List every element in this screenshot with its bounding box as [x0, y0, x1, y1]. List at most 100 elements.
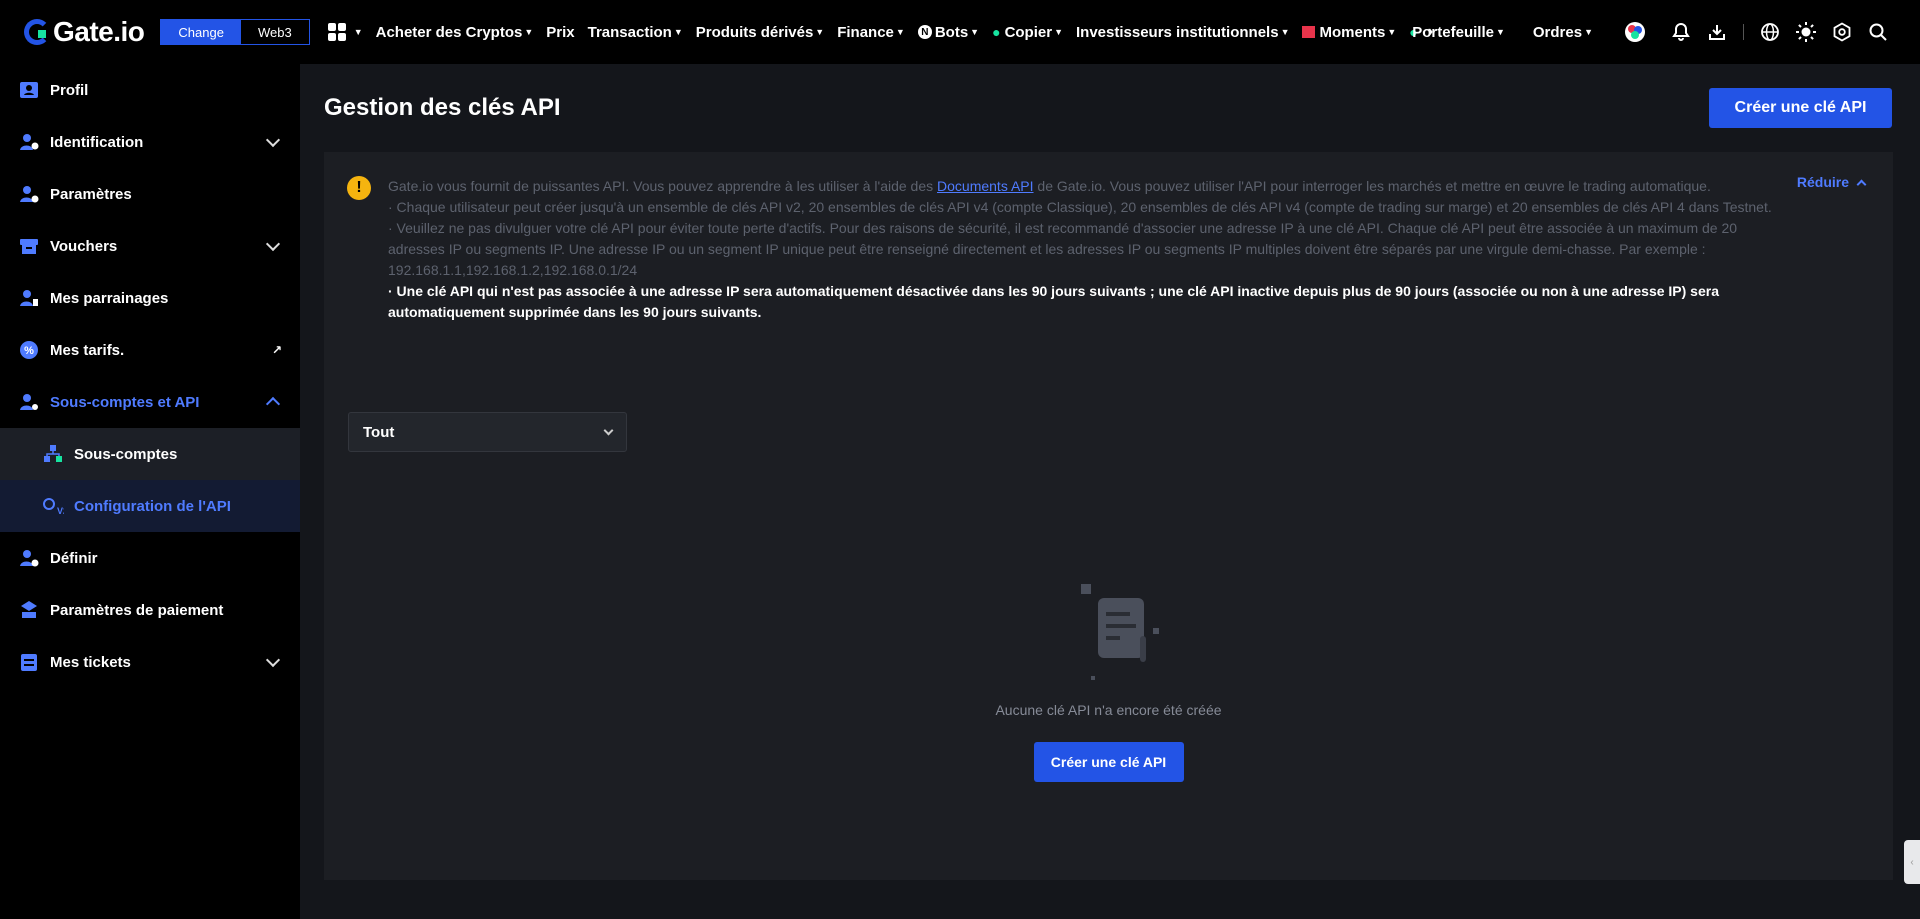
caret-down-icon: ▼ [1584, 27, 1593, 37]
svg-text:%: % [24, 345, 34, 357]
empty-state: Aucune clé API n'a encore été créée Crée… [324, 584, 1893, 782]
theme-toggle[interactable] [1794, 20, 1818, 44]
side-drawer-handle[interactable]: ‹ [1904, 840, 1920, 884]
notice-text: Gate.io vous fournit de puissantes API. … [388, 176, 1796, 323]
nav-bots[interactable]: N Bots ▼ [917, 24, 980, 41]
mode-switch: Change Web3 [160, 19, 310, 45]
api-v2-icon: V2 [42, 495, 64, 517]
sun-icon [1796, 22, 1816, 42]
caret-down-icon: ▼ [673, 27, 683, 37]
nav-derivatives[interactable]: Produits dérivés ▼ [696, 24, 824, 41]
payment-icon [18, 599, 40, 621]
empty-message: Aucune clé API n'a encore été créée [995, 702, 1222, 718]
hexagon-settings-icon [1833, 22, 1851, 42]
caret-down-icon: ▼ [970, 27, 980, 37]
referral-icon [18, 287, 40, 309]
nav-finance[interactable]: Finance ▼ [837, 24, 905, 41]
sidebar-item-fees[interactable]: % Mes tarifs. ↗ [0, 324, 300, 376]
sidebar-item-vouchers[interactable]: Vouchers [0, 220, 300, 272]
divider [1743, 24, 1744, 40]
nav-institutional[interactable]: Investisseurs institutionnels ▼ [1076, 24, 1289, 41]
chevron-down-icon [265, 132, 281, 148]
sidebar-item-api-config[interactable]: V2 Configuration de l'API [0, 480, 300, 532]
sidebar-item-payment-settings[interactable]: Paramètres de paiement [0, 584, 300, 636]
svg-text:V2: V2 [57, 506, 64, 516]
apps-grid-icon [327, 23, 346, 41]
gate-logo-icon [24, 19, 50, 45]
notice-line-4: · Une clé API qui n'est pas associée à u… [388, 283, 1719, 320]
caret-down-icon: ▼ [815, 27, 825, 37]
sidebar-item-tickets[interactable]: Mes tickets [0, 636, 300, 688]
caret-down-icon: ▼ [895, 27, 905, 37]
hierarchy-icon [42, 443, 64, 465]
top-navbar: Gate.io Change Web3 ▼ Acheter des Crypto… [0, 0, 1920, 64]
leaf-icon: ● [992, 24, 1001, 40]
user-settings-icon [18, 547, 40, 569]
settings-button[interactable] [1830, 20, 1854, 44]
search-icon [1869, 23, 1887, 41]
nav-moments[interactable]: Moments ▼ [1302, 24, 1396, 41]
search-button[interactable] [1866, 20, 1890, 44]
nav-orders[interactable]: Ordres ▼ [1533, 24, 1593, 41]
chart-icon [1302, 26, 1316, 38]
main-menu: ▼ Acheter des Cryptos ▼ Prix Transaction ▼… [327, 0, 1446, 64]
mode-web3-button[interactable]: Web3 [241, 20, 309, 44]
profile-card-icon [18, 79, 40, 101]
api-docs-link[interactable]: Documents API [937, 178, 1034, 194]
notification-button[interactable] [1669, 20, 1693, 44]
caret-down-icon: ▼ [1280, 27, 1290, 37]
bell-icon [1672, 22, 1690, 41]
sidebar-item-settings[interactable]: Paramètres [0, 168, 300, 220]
chevron-down-icon [603, 425, 614, 435]
caret-down-icon: ▼ [524, 27, 534, 37]
caret-down-icon: ▼ [1054, 27, 1063, 37]
sidebar-item-define[interactable]: Définir [0, 532, 300, 584]
caret-down-icon: ▼ [1495, 27, 1505, 37]
external-link-icon: ↗ [271, 343, 282, 357]
notice-line-2: · Chaque utilisateur peut créer jusqu'à … [388, 199, 1772, 215]
api-keys-panel: Tout Aucune clé API n'a encore été créée… [324, 394, 1893, 880]
notice-line-3: · Veuillez ne pas divulguer votre clé AP… [388, 220, 1738, 278]
caret-down-icon: ▼ [1387, 27, 1397, 37]
sidebar: Profil Identification Paramètres Voucher… [0, 64, 300, 919]
filter-select[interactable]: Tout [348, 412, 627, 452]
empty-document-icon [1080, 584, 1159, 680]
apps-menu[interactable]: ▼ [327, 23, 363, 41]
chevron-down-icon [265, 652, 281, 668]
new-badge-icon: N [917, 25, 932, 39]
brand-name: Gate.io [53, 16, 145, 47]
brand-logo[interactable]: Gate.io [24, 16, 145, 48]
nav-copy[interactable]: ● Copier ▼ [992, 24, 1063, 41]
language-button[interactable] [1758, 20, 1782, 44]
user-verify-icon [18, 131, 40, 153]
chevron-down-icon [265, 236, 281, 252]
globe-icon [1761, 23, 1779, 41]
main-content: Gestion des clés API Créer une clé API !… [300, 64, 1920, 919]
notice-intro: Gate.io vous fournit de puissantes API. … [388, 178, 1711, 194]
chevron-up-icon [265, 396, 281, 412]
nav-prices[interactable]: Prix [546, 24, 574, 41]
sidebar-item-subaccounts[interactable]: Sous-comptes [0, 428, 300, 480]
ticket-icon [18, 651, 40, 673]
nav-buy-crypto[interactable]: Acheter des Cryptos ▼ [376, 24, 534, 41]
api-notice: ! Gate.io vous fournit de puissantes API… [324, 152, 1893, 394]
sidebar-item-identification[interactable]: Identification [0, 116, 300, 168]
percent-icon: % [18, 339, 40, 361]
download-button[interactable] [1705, 20, 1729, 44]
subaccount-icon [18, 391, 40, 413]
sidebar-item-subaccounts-api[interactable]: Sous-comptes et API [0, 376, 300, 428]
warning-icon: ! [347, 176, 371, 200]
collapse-notice-button[interactable]: Réduire [1797, 174, 1867, 190]
create-api-key-empty-button[interactable]: Créer une clé API [1033, 742, 1184, 782]
chevron-left-icon: ‹ [1910, 856, 1914, 868]
download-icon [1709, 25, 1725, 40]
sidebar-item-profile[interactable]: Profil [0, 64, 300, 116]
create-api-key-button[interactable]: Créer une clé API [1709, 88, 1892, 128]
mode-change-button[interactable]: Change [161, 20, 241, 44]
nav-right: Portefeuille ▼ Ordres ▼ [1412, 0, 1920, 64]
sidebar-item-referrals[interactable]: Mes parrainages [0, 272, 300, 324]
nav-trade[interactable]: Transaction ▼ [588, 24, 683, 41]
avatar[interactable] [1623, 20, 1647, 44]
avatar-icon [1625, 22, 1645, 42]
nav-wallet[interactable]: Portefeuille ▼ [1412, 24, 1505, 41]
